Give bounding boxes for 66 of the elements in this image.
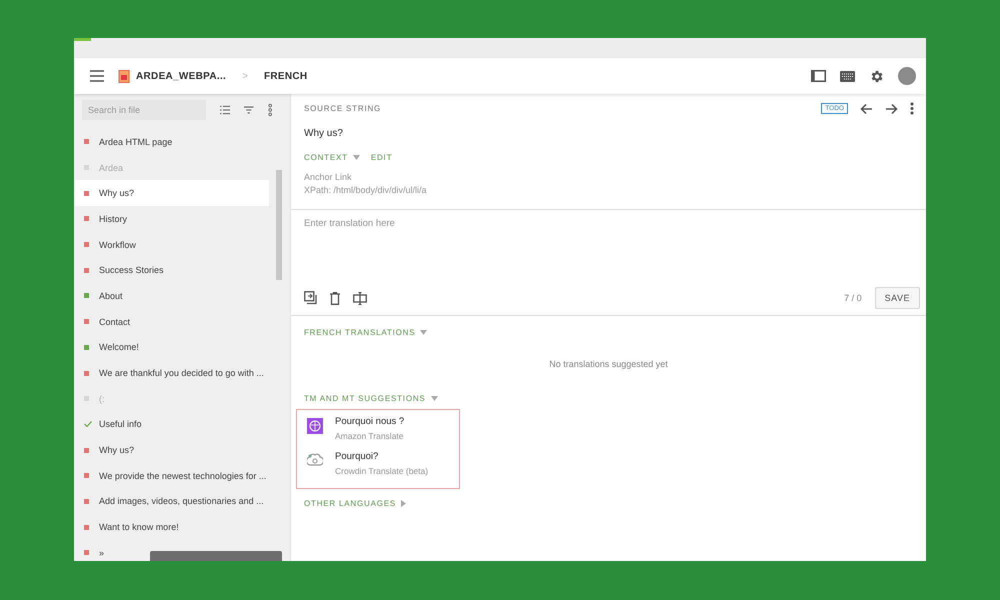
save-button[interactable]: SAVE — [874, 287, 920, 309]
breadcrumb-separator: > — [242, 70, 248, 82]
string-item[interactable]: Workflow — [74, 232, 269, 258]
string-item[interactable]: About — [74, 283, 269, 309]
filter-icon[interactable] — [244, 105, 254, 115]
string-item[interactable]: Success Stories — [74, 257, 269, 284]
status-square — [84, 216, 89, 222]
text-field-icon[interactable] — [353, 292, 367, 304]
empty-message: No translations suggested yet — [548, 359, 669, 369]
list-icon[interactable] — [220, 104, 230, 116]
status-square — [84, 268, 89, 273]
file-icon — [118, 70, 130, 82]
arrow-left-icon[interactable] — [860, 102, 873, 114]
arrow-right-icon[interactable] — [885, 102, 898, 114]
check-icon — [84, 421, 92, 428]
string-item[interactable]: Want to know more! — [74, 514, 269, 540]
string-item[interactable]: Why us? — [74, 180, 269, 206]
source-text: Why us? — [304, 128, 344, 139]
sidebar-toggle-icon[interactable] — [811, 70, 826, 82]
string-item[interactable]: » — [74, 540, 269, 561]
string-item[interactable]: History — [74, 206, 269, 232]
suggestion-item[interactable]: Pourquoi nous ? Amazon Translate — [307, 416, 459, 441]
context-text: XPath: /html/body/div/div/ul/li/a — [304, 184, 428, 197]
status-square — [84, 242, 89, 248]
status-square — [84, 139, 89, 144]
more-options-icon[interactable] — [268, 102, 272, 118]
status-square — [84, 396, 89, 402]
status-square — [84, 498, 89, 504]
string-item[interactable]: Ardea HTML page — [74, 129, 269, 155]
status-square — [84, 524, 89, 530]
string-item[interactable]: Useful info — [74, 412, 269, 438]
settings-icon[interactable] — [869, 68, 884, 84]
status-square — [84, 344, 89, 350]
section-heading: SOURCE STRING — [304, 104, 382, 113]
keyboard-icon[interactable] — [840, 70, 855, 82]
status-square — [84, 448, 89, 453]
search-field[interactable]: Search in file — [82, 100, 206, 120]
menu-icon[interactable] — [90, 70, 104, 82]
status-square — [84, 190, 89, 196]
character-counter: 7 / 0 — [844, 293, 862, 303]
suggestion-text: Pourquoi? — [335, 451, 380, 462]
context-text: Anchor Link — [304, 171, 353, 184]
status-square — [84, 370, 89, 376]
language-name[interactable]: FRENCH — [264, 70, 308, 82]
delete-icon[interactable] — [330, 292, 340, 304]
string-item[interactable]: Contact — [74, 308, 269, 334]
string-item[interactable]: We provide the newest technologies for ... — [74, 462, 269, 489]
status-square — [84, 319, 89, 324]
more-options-icon[interactable] — [910, 102, 914, 115]
avatar[interactable] — [898, 67, 916, 85]
status-square — [84, 550, 89, 556]
string-item[interactable]: Welcome! — [74, 334, 269, 360]
string-item[interactable]: Add images, videos, questionaries and ... — [74, 488, 269, 514]
scrollbar[interactable] — [276, 170, 282, 280]
string-item[interactable]: We are thankful you decided to go with ... — [74, 360, 269, 386]
status-square — [84, 165, 89, 170]
suggestion-source: Crowdin Translate (beta) — [335, 466, 428, 476]
string-item[interactable]: Why us? — [74, 437, 269, 463]
cloud-icon — [307, 453, 323, 467]
suggestion-text: Pourquoi nous ? — [335, 416, 404, 427]
copy-source-icon[interactable] — [304, 291, 317, 305]
file-name[interactable]: ARDEA_WEBPA... — [136, 70, 226, 82]
status-square — [84, 293, 89, 298]
suggestion-source: Amazon Translate — [335, 431, 404, 441]
suggestion-item[interactable]: Pourquoi? Crowdin Translate (beta) — [307, 451, 459, 476]
status-square — [84, 473, 89, 478]
